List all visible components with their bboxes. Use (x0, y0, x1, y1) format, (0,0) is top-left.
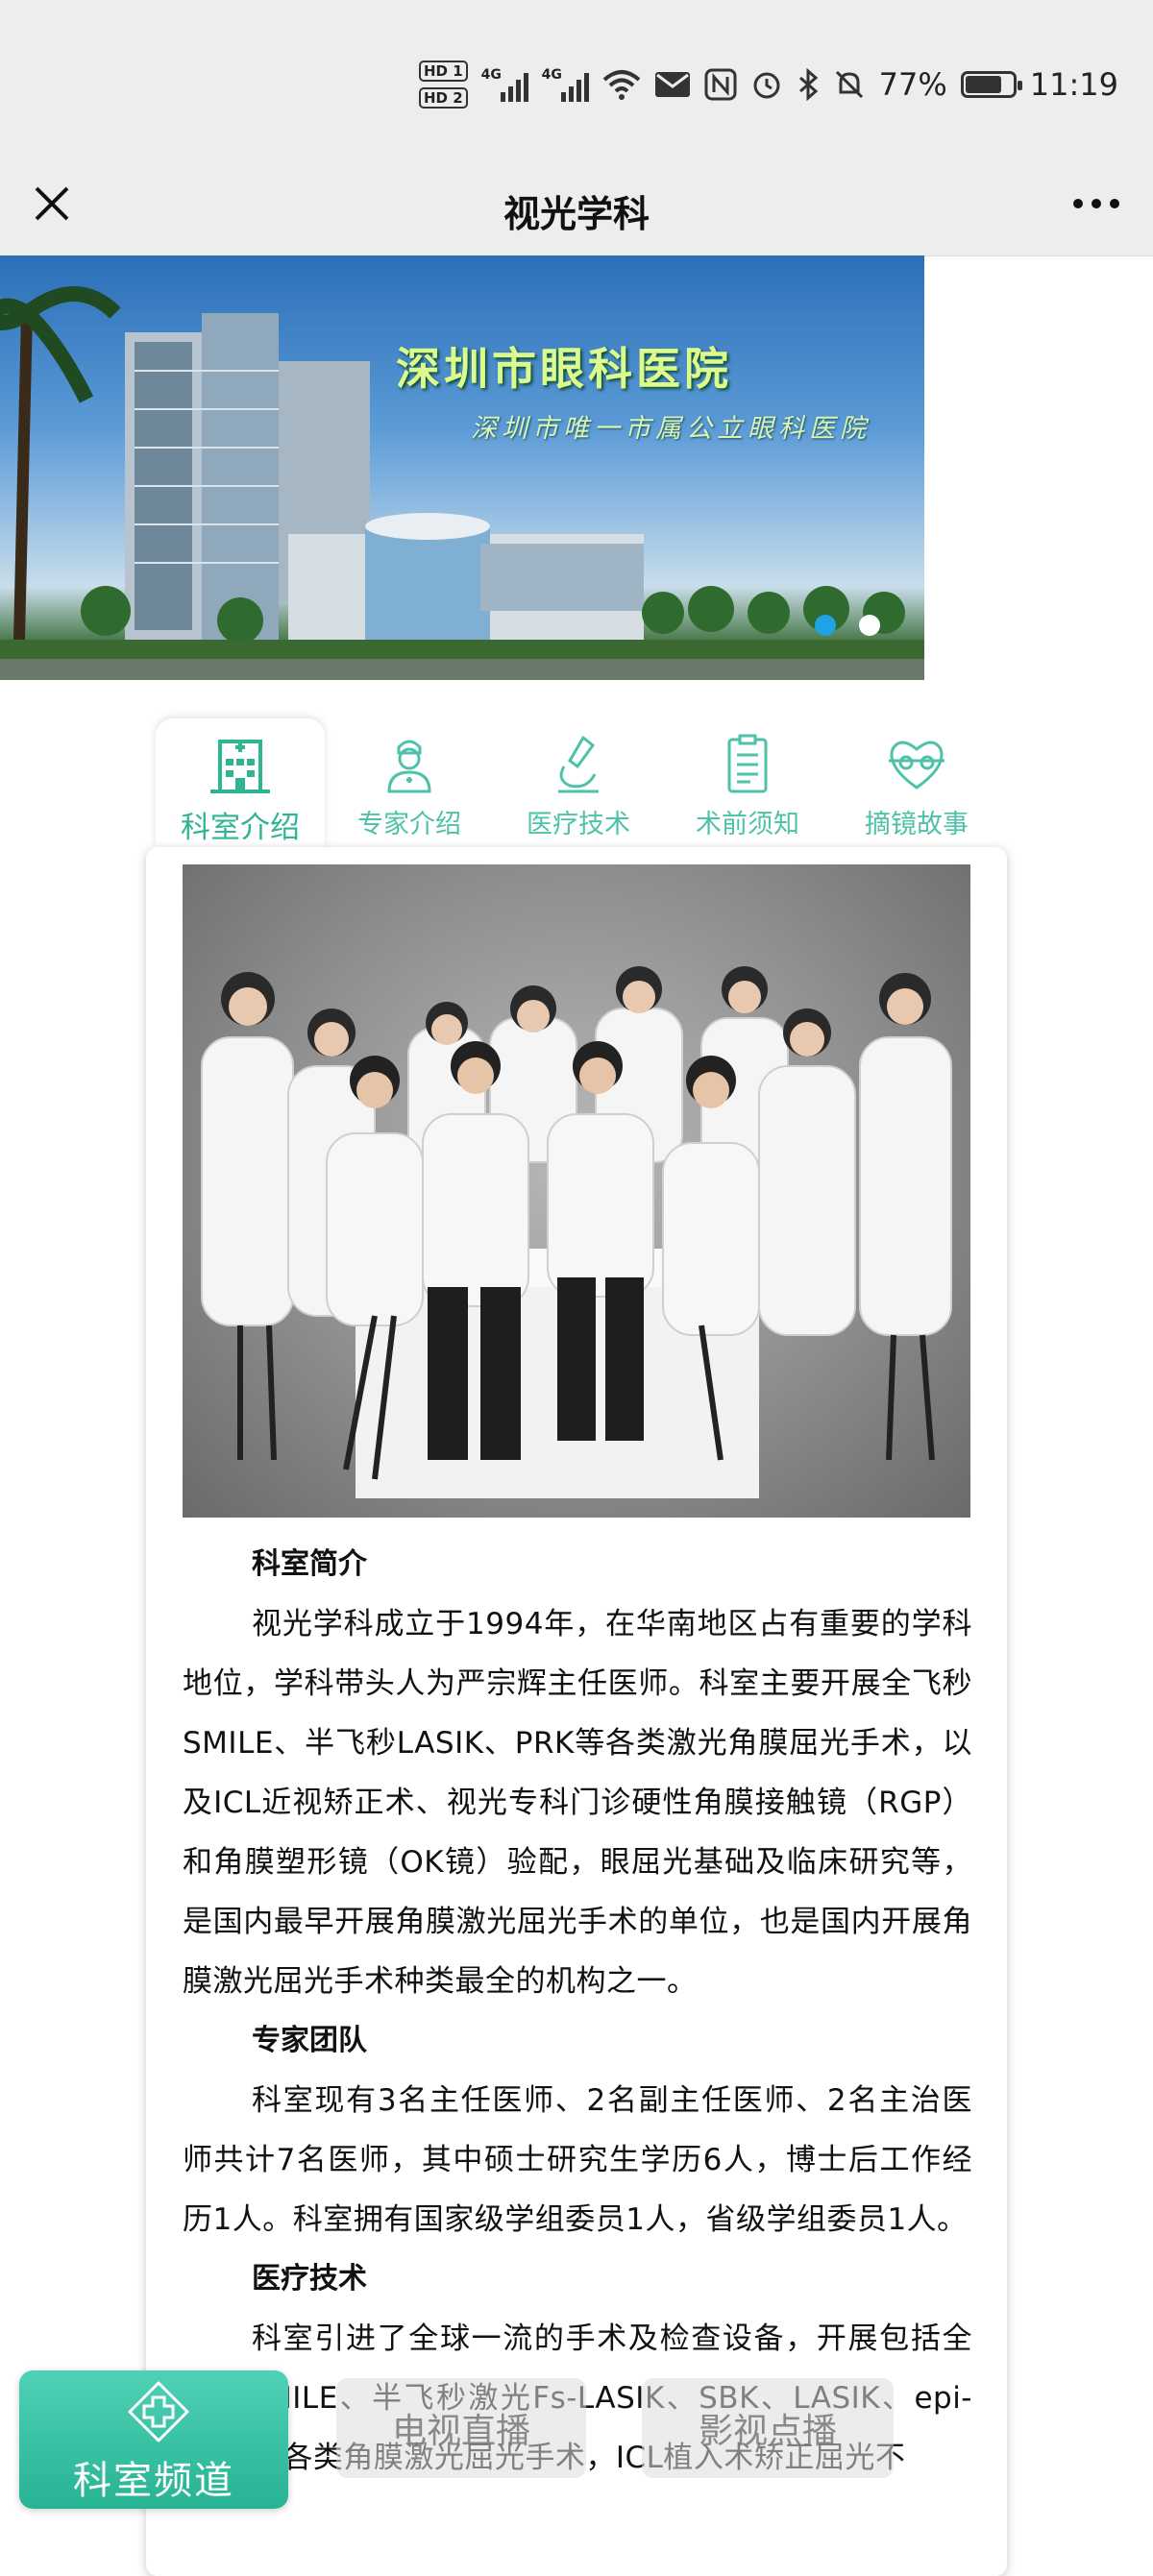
alarm-icon (753, 72, 780, 99)
clipboard-icon (727, 734, 768, 793)
signal-2-icon: 4G (542, 67, 589, 102)
banner-title: 深圳市眼科医院 (396, 343, 732, 395)
carousel-dot-1[interactable] (815, 615, 836, 636)
tab-label: 专家介绍 (357, 810, 461, 839)
tab-medical-tech[interactable]: 医疗技术 (494, 718, 663, 847)
heart-glasses-icon (889, 741, 944, 790)
microscope-icon (558, 735, 599, 793)
tab-label: 科室介绍 (181, 811, 300, 845)
nfc-icon (704, 68, 737, 101)
vod-button[interactable]: 影视点播 (642, 2378, 894, 2478)
tab-stories[interactable]: 摘镜故事 (832, 718, 1001, 847)
section-heading-tech: 医疗技术 (252, 2262, 367, 2296)
tab-department-intro[interactable]: 科室介绍 (156, 718, 325, 847)
doctor-icon (387, 740, 431, 793)
mail-icon (654, 72, 690, 97)
category-tabs: 科室介绍 专家介绍 医疗技术 术前须知 摘镜故事 (156, 718, 1011, 847)
channel-label: 科室频道 (73, 2459, 234, 2503)
nav-bar: 视光学科 (0, 163, 1153, 256)
tab-label: 摘镜故事 (865, 810, 969, 839)
hospital-building-image (0, 286, 924, 680)
tab-experts[interactable]: 专家介绍 (325, 718, 494, 847)
wifi-icon (602, 70, 640, 100)
medical-cross-icon (128, 2381, 189, 2442)
tv-live-button[interactable]: 电视直播 (336, 2378, 586, 2478)
article-body: 科室简介 视光学科成立于1994年，在华南地区占有重要的学科地位，学科带头人为严… (183, 1535, 972, 2488)
mute-bell-icon (835, 70, 863, 99)
hd-indicators: HD 1 HD 2 (418, 61, 468, 109)
status-bar: HD 1 HD 2 4G 4G 77% 11:19 (0, 0, 1153, 163)
content-card: 科室简介 视光学科成立于1994年，在华南地区占有重要的学科地位，学科带头人为严… (146, 847, 1007, 2576)
signal-1-icon: 4G (481, 67, 528, 102)
building-icon (210, 740, 270, 793)
section-heading-intro: 科室简介 (252, 1547, 367, 1581)
carousel-dot-2[interactable] (859, 615, 880, 636)
banner-subtitle: 深圳市唯一市属公立眼科医院 (471, 414, 871, 444)
clock: 11:19 (1029, 66, 1118, 103)
bluetooth-icon (798, 68, 818, 101)
department-channel-button[interactable]: 科室频道 (19, 2370, 288, 2509)
section-body-intro: 视光学科成立于1994年，在华南地区占有重要的学科地位，学科带头人为严宗辉主任医… (183, 1607, 972, 1999)
hd1-badge: HD 1 (418, 61, 468, 82)
hd2-badge: HD 2 (418, 87, 468, 109)
tab-label: 术前须知 (696, 810, 799, 839)
tab-preop-notes[interactable]: 术前须知 (663, 718, 832, 847)
status-icons: HD 1 HD 2 4G 4G 77% 11:19 (418, 56, 1118, 113)
more-menu-icon[interactable] (1063, 179, 1130, 229)
hospital-banner[interactable]: 深圳市眼科医院 深圳市唯一市属公立眼科医院 (0, 255, 924, 680)
tab-label: 医疗技术 (527, 810, 630, 839)
team-photo (183, 864, 970, 1518)
section-body-team: 科室现有3名主任医师、2名副主任医师、2名主治医师共计7名医师，其中硕士研究生学… (183, 2083, 972, 2237)
section-heading-team: 专家团队 (252, 2024, 367, 2057)
battery-percent: 77% (878, 66, 947, 103)
battery-icon (960, 71, 1022, 98)
page-title: 视光学科 (503, 193, 650, 235)
